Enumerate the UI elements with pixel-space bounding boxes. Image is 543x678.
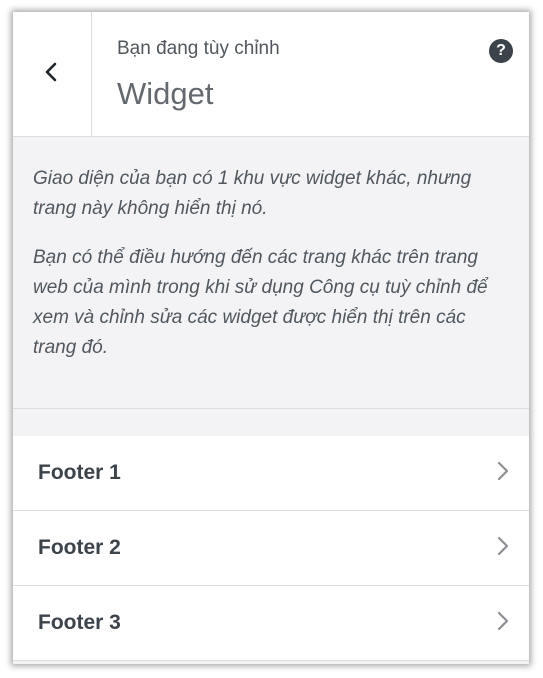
widget-area-list: Footer 1 Footer 2 Footer 3: [13, 436, 529, 661]
customizer-panel: Bạn đang tùy chỉnh Widget ? Giao diện củ…: [13, 12, 529, 664]
customizing-subtitle: Bạn đang tùy chỉnh: [117, 38, 280, 59]
chevron-right-icon: [495, 459, 511, 488]
description-paragraph-2: Bạn có thể điều hướng đến các trang khác…: [33, 247, 488, 358]
section-footer-3[interactable]: Footer 3: [13, 586, 529, 661]
section-label: Footer 3: [38, 611, 121, 634]
section-label: Footer 2: [38, 536, 121, 559]
section-label: Footer 1: [38, 461, 121, 484]
panel-header: Bạn đang tùy chỉnh Widget ?: [13, 12, 529, 137]
description-paragraph-1: Giao diện của bạn có 1 khu vực widget kh…: [33, 168, 472, 219]
section-footer-1[interactable]: Footer 1: [13, 436, 529, 511]
chevron-right-icon: [495, 534, 511, 563]
panel-description: Giao diện của bạn có 1 khu vực widget kh…: [33, 164, 513, 382]
back-button[interactable]: [13, 12, 92, 136]
panel-title: Widget: [117, 76, 214, 111]
chevron-left-icon: [41, 61, 63, 88]
help-icon: ?: [496, 42, 506, 59]
section-footer-2[interactable]: Footer 2: [13, 511, 529, 586]
divider: [13, 408, 529, 409]
chevron-right-icon: [495, 609, 511, 638]
help-button[interactable]: ?: [489, 39, 513, 63]
